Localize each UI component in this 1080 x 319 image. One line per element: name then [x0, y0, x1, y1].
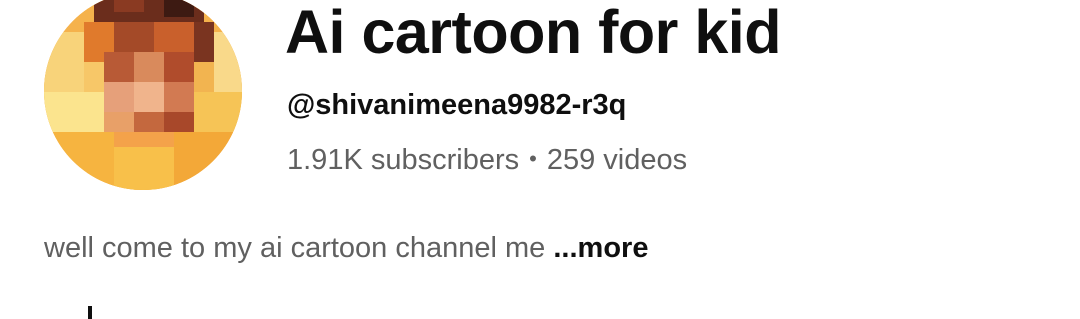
channel-header: Ai cartoon for kid @shivanimeena9982-r3q… — [0, 0, 1080, 319]
description-text: well come to my ai cartoon channel me — [44, 232, 546, 264]
channel-handle: @shivanimeena9982-r3q — [287, 89, 627, 121]
channel-avatar[interactable] — [44, 0, 242, 190]
avatar-image — [44, 0, 242, 190]
clipped-content — [88, 306, 92, 319]
video-count: 259 videos — [546, 144, 688, 176]
channel-description[interactable]: well come to my ai cartoon channel me ..… — [44, 229, 648, 267]
channel-stats: 1.91K subscribers • 259 videos — [287, 140, 687, 179]
stats-separator: • — [529, 146, 537, 171]
channel-name: Ai cartoon for kid — [285, 0, 781, 66]
more-button[interactable]: ...more — [553, 232, 648, 264]
subscriber-count: 1.91K subscribers — [287, 144, 520, 176]
